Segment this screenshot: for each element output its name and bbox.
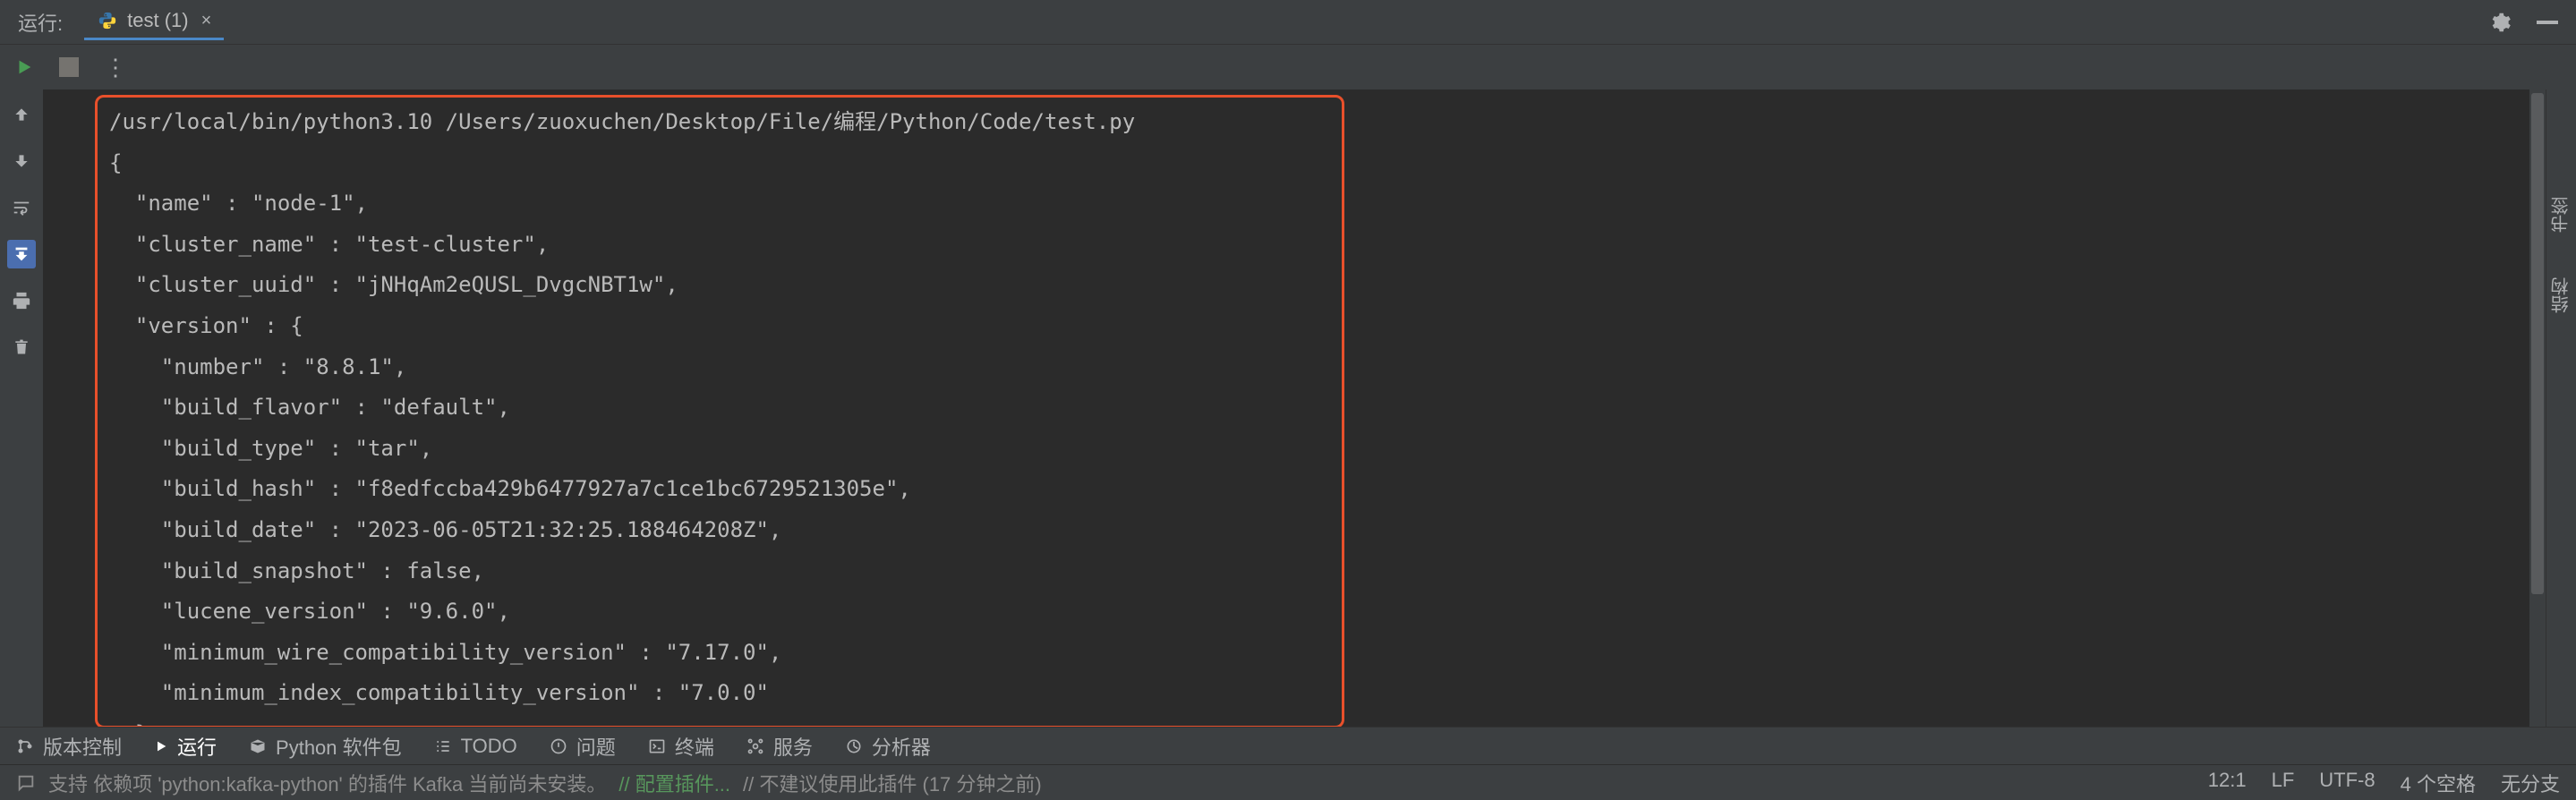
step-down-icon[interactable] <box>7 147 36 175</box>
console-output[interactable]: /usr/local/bin/python3.10 /Users/zuoxuch… <box>43 89 2546 727</box>
more-icon[interactable]: ⋮ <box>104 54 129 81</box>
branch[interactable]: 无分支 <box>2501 769 2560 797</box>
scrollbar-thumb[interactable] <box>2531 93 2544 594</box>
caret-position[interactable]: 12:1 <box>2208 769 2247 797</box>
tool-vcs-label: 版本控制 <box>43 732 122 761</box>
tool-todo[interactable]: TODO <box>434 735 517 758</box>
indent[interactable]: 4 个空格 <box>2401 769 2476 797</box>
console-text: /usr/local/bin/python3.10 /Users/zuoxuch… <box>43 89 2546 727</box>
tool-problems[interactable]: 问题 <box>550 732 616 761</box>
status-msg-1: 支持 依赖项 'python:kafka-python' 的插件 Kafka 当… <box>48 769 606 797</box>
tool-vcs[interactable]: 版本控制 <box>16 732 122 761</box>
close-icon[interactable]: × <box>201 11 212 31</box>
tool-profiler-label: 分析器 <box>872 732 931 761</box>
tab-title: test (1) <box>127 9 188 32</box>
tool-run-label: 运行 <box>177 732 217 761</box>
tool-packages-label: Python 软件包 <box>276 732 402 761</box>
play-icon[interactable] <box>14 57 34 77</box>
stop-icon[interactable] <box>59 57 79 77</box>
right-panel-strip: 书签 结构 <box>2546 89 2576 727</box>
tool-services[interactable]: 服务 <box>746 732 813 761</box>
tool-run[interactable]: 运行 <box>154 732 217 761</box>
encoding[interactable]: UTF-8 <box>2319 769 2375 797</box>
tool-profiler[interactable]: 分析器 <box>845 732 931 761</box>
status-bar: 支持 依赖项 'python:kafka-python' 的插件 Kafka 当… <box>0 764 2576 800</box>
trash-icon[interactable] <box>7 333 36 362</box>
scroll-to-end-icon[interactable] <box>7 240 36 268</box>
tool-terminal[interactable]: 终端 <box>648 732 714 761</box>
step-up-icon[interactable] <box>7 100 36 129</box>
left-gutter <box>0 89 43 727</box>
scrollbar-track[interactable] <box>2529 89 2546 727</box>
python-icon <box>97 10 118 31</box>
run-label: 运行: <box>18 8 63 37</box>
bookmarks-tab[interactable]: 书签 <box>2548 197 2574 233</box>
message-icon <box>16 773 36 793</box>
gear-icon[interactable] <box>2488 11 2512 34</box>
minimize-icon[interactable] <box>2537 21 2558 24</box>
run-controls-row: ⋮ <box>0 45 2576 89</box>
line-sep[interactable]: LF <box>2272 769 2295 797</box>
print-icon[interactable] <box>7 286 36 315</box>
structure-tab[interactable]: 结构 <box>2548 277 2574 313</box>
status-msg-3: // 不建议使用此插件 (17 分钟之前) <box>743 769 1042 797</box>
wrap-icon[interactable] <box>7 193 36 222</box>
run-window-header: 运行: test (1) × <box>0 0 2576 45</box>
tool-todo-label: TODO <box>461 735 517 758</box>
tool-problems-label: 问题 <box>576 732 616 761</box>
tool-services-label: 服务 <box>773 732 813 761</box>
status-link[interactable]: // 配置插件... <box>618 769 730 797</box>
tab-test[interactable]: test (1) × <box>84 4 224 40</box>
tool-packages[interactable]: Python 软件包 <box>249 732 402 761</box>
bottom-toolbar: 版本控制 运行 Python 软件包 TODO 问题 终端 服务 分析器 <box>0 727 2576 764</box>
tool-terminal-label: 终端 <box>675 732 714 761</box>
